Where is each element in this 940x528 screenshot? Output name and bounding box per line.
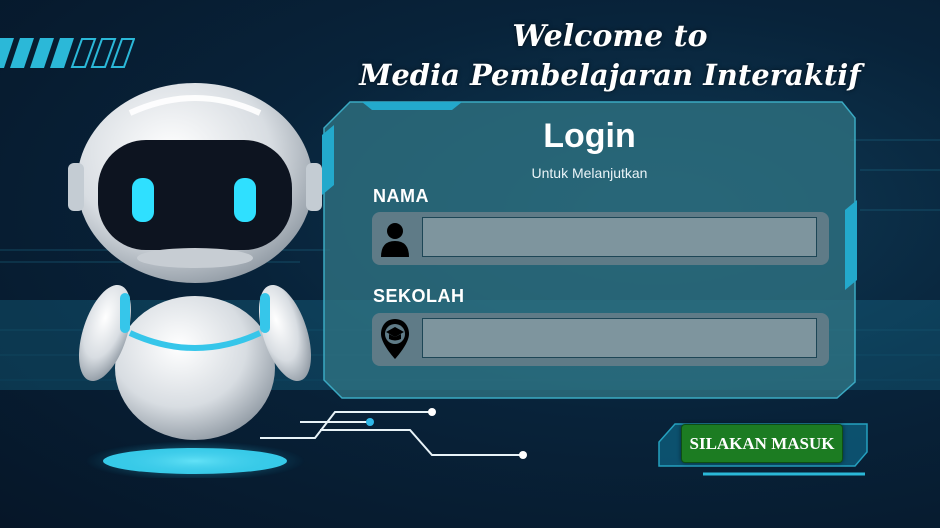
sekolah-input[interactable]	[422, 318, 817, 358]
sekolah-field-container	[372, 313, 829, 366]
school-location-pin-icon	[381, 319, 409, 359]
nama-field-container	[372, 212, 829, 265]
circuit-decoration	[260, 408, 527, 459]
login-subtitle: Untuk Melanjutkan	[531, 165, 648, 181]
nama-input[interactable]	[422, 217, 817, 257]
welcome-line-1: Welcome to	[512, 19, 708, 54]
welcome-line-2: Media Pembelajaran Interaktif	[359, 58, 861, 92]
login-title: Login	[543, 117, 636, 155]
nama-label: NAMA	[373, 186, 429, 206]
welcome-heading: Welcome to Media Pembelajaran Interaktif	[340, 18, 880, 94]
person-icon	[381, 223, 409, 257]
sekolah-label: SEKOLAH	[373, 286, 465, 306]
silakan-masuk-button[interactable]: SILAKAN MASUK	[681, 424, 843, 463]
stripes-decoration	[0, 38, 135, 68]
